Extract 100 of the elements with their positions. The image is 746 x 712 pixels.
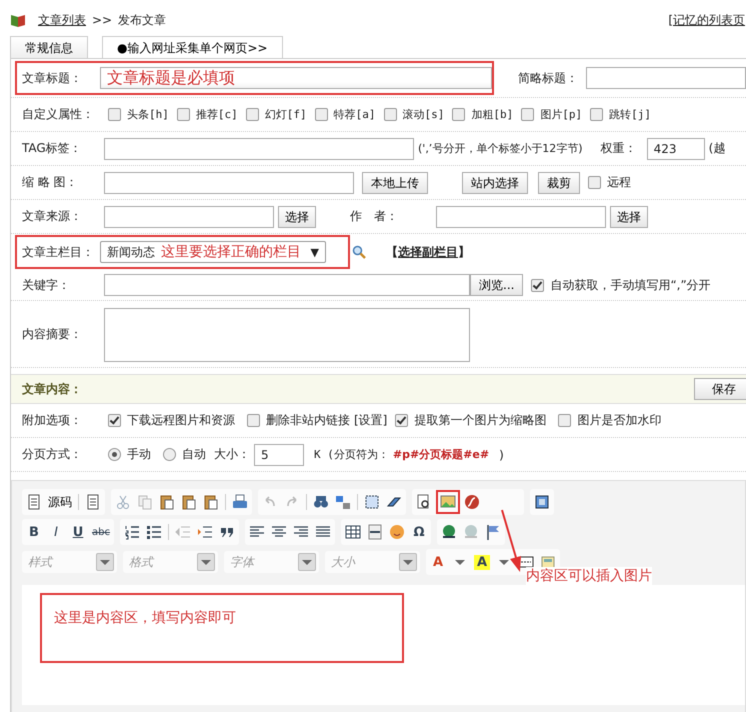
paste-icon[interactable] [159, 494, 175, 510]
cut-icon[interactable] [115, 494, 131, 510]
author-field[interactable] [436, 206, 606, 228]
tab[interactable]: ●输入网址采集单个网页>> [102, 36, 283, 58]
caret-icon: ▼ [310, 246, 319, 258]
checkbox[interactable] [384, 108, 396, 121]
upload-button[interactable]: 本地上传 [362, 172, 428, 194]
bold-button[interactable]: B [26, 524, 42, 540]
checkbox[interactable] [108, 108, 121, 121]
field-value: 423 [654, 142, 677, 156]
tag-field[interactable] [104, 138, 414, 160]
checkbox-label: 加粗[b] [471, 107, 514, 122]
category-dropdown[interactable]: 新闻动态 这里要选择正确的栏目 ▼ [100, 241, 326, 263]
checkbox-label: 滚动[s] [402, 107, 444, 122]
page-break-marker: #p#分页标题#e# [392, 447, 490, 462]
binoculars-icon[interactable] [313, 494, 329, 510]
replace-icon[interactable] [335, 494, 351, 510]
field-value: 5 [261, 448, 269, 462]
field-label: 内容摘要： [22, 326, 83, 342]
field-label: 分页方式： [22, 446, 83, 463]
save-button[interactable]: 保存 [694, 378, 746, 400]
summary-textarea[interactable] [104, 308, 470, 362]
checkbox-label: 远程 [607, 174, 631, 191]
indent-icon[interactable] [196, 524, 213, 540]
maximize-icon[interactable] [534, 494, 550, 510]
content-area[interactable]: 这里是内容区，填写内容即可 [22, 585, 745, 705]
checkbox-label: 推荐[c] [196, 107, 238, 122]
flag-icon[interactable] [484, 524, 501, 540]
text-color-button[interactable]: A [430, 554, 446, 570]
checkbox[interactable] [452, 108, 466, 121]
weight-field[interactable]: 423 [646, 138, 705, 160]
checkbox[interactable] [521, 108, 534, 121]
source-field[interactable] [104, 206, 274, 228]
select-all-icon[interactable] [364, 494, 380, 510]
bullet-list-icon[interactable] [146, 524, 162, 540]
annotation-note: 这里要选择正确的栏目 [161, 243, 301, 261]
breadcrumb-link[interactable]: 文章列表 [38, 12, 86, 28]
checkbox[interactable] [314, 108, 328, 121]
hint-text: (',’号分开，单个标签小于12字节) [418, 141, 583, 156]
checkbox[interactable] [531, 278, 544, 292]
hint-text: ) [499, 448, 504, 462]
numbered-list-icon[interactable] [124, 524, 140, 540]
smiley-icon[interactable] [388, 524, 405, 540]
action-button[interactable]: 裁剪 [538, 172, 580, 194]
radio-button[interactable] [163, 448, 176, 461]
browse-button[interactable]: 浏览... [470, 274, 524, 296]
bracket-text: 】 [458, 244, 470, 260]
italic-button[interactable]: I [48, 524, 64, 540]
field-label: 大小： [214, 446, 250, 463]
radio-button[interactable] [108, 448, 121, 461]
checkbox[interactable] [558, 414, 572, 427]
search-icon[interactable] [352, 245, 366, 259]
template-icon[interactable] [540, 554, 556, 570]
select-button[interactable]: 选择 [610, 206, 648, 228]
source-button[interactable]: 源码 [48, 494, 72, 510]
checkbox[interactable] [246, 108, 259, 121]
print-icon[interactable] [232, 494, 248, 510]
thumbnail-field[interactable] [104, 172, 354, 194]
radio-label: 自动 [182, 446, 206, 463]
action-button[interactable]: 站内选择 [462, 172, 528, 194]
size-field[interactable]: 5 [254, 444, 304, 466]
field-label: 权重： [600, 140, 638, 157]
source-icon[interactable] [26, 494, 42, 510]
field-label: 简略标题： [518, 70, 579, 86]
checkbox-label: 特荐[a] [334, 107, 376, 122]
keyword-field[interactable] [104, 274, 470, 296]
checkbox[interactable] [176, 108, 190, 121]
settings-link[interactable]: [设置] [354, 412, 388, 429]
field-label: 文章来源： [22, 208, 83, 225]
field-label: 缩 略 图： [22, 174, 79, 191]
dropdown-value: 新闻动态 [107, 244, 155, 260]
short-title-field[interactable] [586, 67, 746, 89]
annotation-note: 内容区可以插入图片 [526, 567, 652, 585]
special-character-button[interactable]: Ω [410, 524, 427, 540]
underline-button[interactable]: U [70, 524, 86, 540]
list-page-link[interactable]: [记忆的列表页 [668, 12, 745, 29]
flash-icon[interactable] [464, 494, 480, 510]
checkbox[interactable] [395, 414, 408, 427]
tab[interactable]: 常规信息 [10, 36, 88, 58]
document-icon[interactable] [85, 494, 101, 510]
checkbox-label: 图片是否加水印 [577, 412, 662, 429]
sub-category-link[interactable]: 选择副栏目 [398, 244, 458, 260]
bracket-text: 【 [386, 244, 398, 260]
checkbox-label: 下载远程图片和资源 [127, 412, 235, 429]
checkbox-label: 提取第一个图片为缩略图 [414, 412, 546, 429]
checkbox-label: 幻灯[f] [264, 107, 307, 122]
field-label: 附加选项： [22, 412, 83, 429]
background-color-button[interactable]: A [474, 554, 490, 570]
table-icon[interactable] [344, 524, 361, 540]
field-label: TAG标签： [22, 140, 83, 157]
clipboard-icon[interactable] [181, 494, 197, 510]
strikethrough-button[interactable]: abc [92, 526, 110, 538]
checkbox[interactable] [590, 108, 604, 121]
clipboard-icon[interactable] [203, 494, 219, 510]
checkbox[interactable] [108, 414, 121, 427]
checkbox[interactable] [247, 414, 260, 427]
select-button[interactable]: 选择 [278, 206, 316, 228]
annotation-arrow [500, 509, 522, 573]
checkbox[interactable] [588, 176, 601, 189]
title-field[interactable]: 文章标题是必填项 [100, 67, 492, 89]
